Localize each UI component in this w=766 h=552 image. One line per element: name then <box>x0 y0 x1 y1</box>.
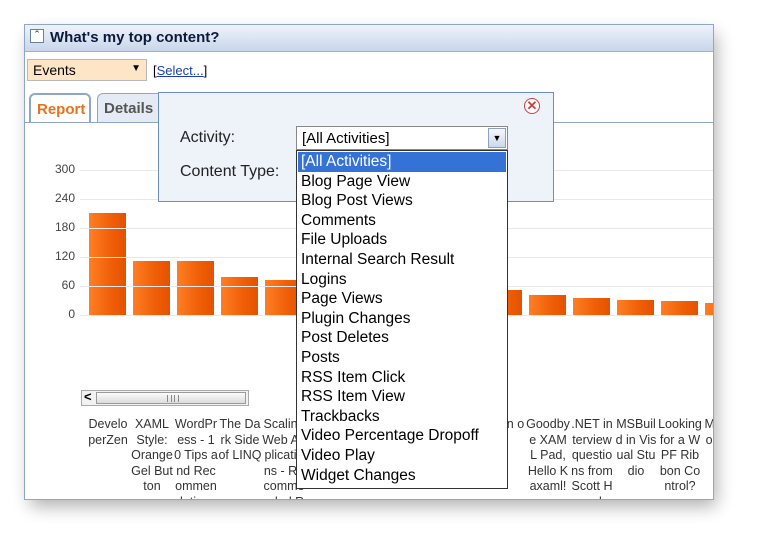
chart-bar[interactable] <box>573 297 610 315</box>
dropdown-option[interactable]: Posts <box>298 348 506 368</box>
grip-icon <box>167 395 179 402</box>
dropdown-option[interactable]: Video Play <box>298 446 506 466</box>
chart-bar[interactable] <box>529 295 566 315</box>
scroll-thumb[interactable] <box>96 392 246 404</box>
x-tick-label: .NET interview questions from Scott Hans… <box>571 417 613 499</box>
y-tick-label: 60 <box>61 278 75 292</box>
dropdown-option[interactable]: Blog Page View <box>298 172 506 192</box>
widget-titlebar: ⌃ What's my top content? <box>25 25 713 52</box>
activity-select[interactable]: [All Activities] ▼ <box>296 126 508 150</box>
event-type-value: Events <box>33 62 76 78</box>
collapse-icon[interactable]: ⌃ <box>30 29 44 43</box>
dropdown-option[interactable]: Logins <box>298 270 506 290</box>
x-tick-label: DeveloperZen <box>88 417 128 447</box>
y-tick-label: 120 <box>54 249 75 263</box>
dropdown-option[interactable]: Post Deletes <box>298 328 506 348</box>
y-tick-label: 240 <box>54 191 75 205</box>
dropdown-option[interactable]: [All Activities] <box>298 152 506 172</box>
dropdown-option[interactable]: Blog Post Views <box>298 191 506 211</box>
y-tick-label: 300 <box>54 162 75 176</box>
tab-details[interactable]: Details <box>97 93 167 123</box>
dropdown-option[interactable]: Page Views <box>298 289 506 309</box>
select-link-close-bracket: ] <box>203 63 208 78</box>
dropdown-option[interactable]: Comments <box>298 211 506 231</box>
activity-label: Activity: <box>180 129 236 146</box>
chevron-down-icon[interactable]: ▼ <box>131 63 141 74</box>
dropdown-option[interactable]: RSS Item Click <box>298 368 506 388</box>
tab-report[interactable]: Report <box>29 93 91 123</box>
x-tick-label: The Dark Side of LINQ <box>218 417 262 463</box>
content-type-label: Content Type: <box>180 163 280 180</box>
dropdown-option[interactable]: Plugin Changes <box>298 309 506 329</box>
chart-bar[interactable] <box>133 260 170 315</box>
dropdown-option[interactable]: File Uploads <box>298 230 506 250</box>
x-tick-label: XAML Style: Orange Gel Button <box>131 417 173 494</box>
chart-bar[interactable] <box>221 277 258 315</box>
dropdown-option[interactable]: Video Percentage Dropoff <box>298 426 506 446</box>
close-icon[interactable]: ✕ <box>524 98 540 114</box>
select-link-wrapper: [Select...] <box>153 63 207 78</box>
chart-bar[interactable] <box>177 260 214 315</box>
chart-bar[interactable] <box>705 303 713 315</box>
x-tick-label: M t fr d o W pr <box>704 417 714 447</box>
dropdown-option[interactable]: Widget Changes <box>298 466 506 486</box>
dropdown-option[interactable]: RSS Item View <box>298 387 506 407</box>
x-tick-label: WordPress - 10 Tips and Recommendations <box>174 417 218 499</box>
event-type-select[interactable]: Events ▼ <box>27 59 147 81</box>
activity-select-value: [All Activities] <box>302 130 390 147</box>
y-tick-label: 0 <box>68 307 75 321</box>
activity-dropdown-list: [All Activities] Blog Page View Blog Post … <box>296 150 508 489</box>
select-link[interactable]: Select... <box>157 63 204 78</box>
widget-title: What's my top content? <box>50 29 220 46</box>
x-tick-label: Goodbye XAML Pad, Hello Kaxaml! <box>526 417 570 494</box>
dropdown-option[interactable]: Trackbacks <box>298 407 506 427</box>
chart-scrollbar[interactable]: < <box>81 389 249 406</box>
chevron-down-icon[interactable]: ▼ <box>488 128 506 148</box>
chart-bar[interactable] <box>617 299 654 315</box>
scroll-left-icon[interactable]: < <box>84 389 92 404</box>
x-tick-label: MSBuild in Visual Studio <box>615 417 657 478</box>
dropdown-option[interactable]: Internal Search Result <box>298 250 506 270</box>
chart-bar[interactable] <box>661 300 698 315</box>
x-tick-label: Looking for a WPF Ribbon Control? <box>658 417 702 494</box>
y-tick-label: 180 <box>54 220 75 234</box>
